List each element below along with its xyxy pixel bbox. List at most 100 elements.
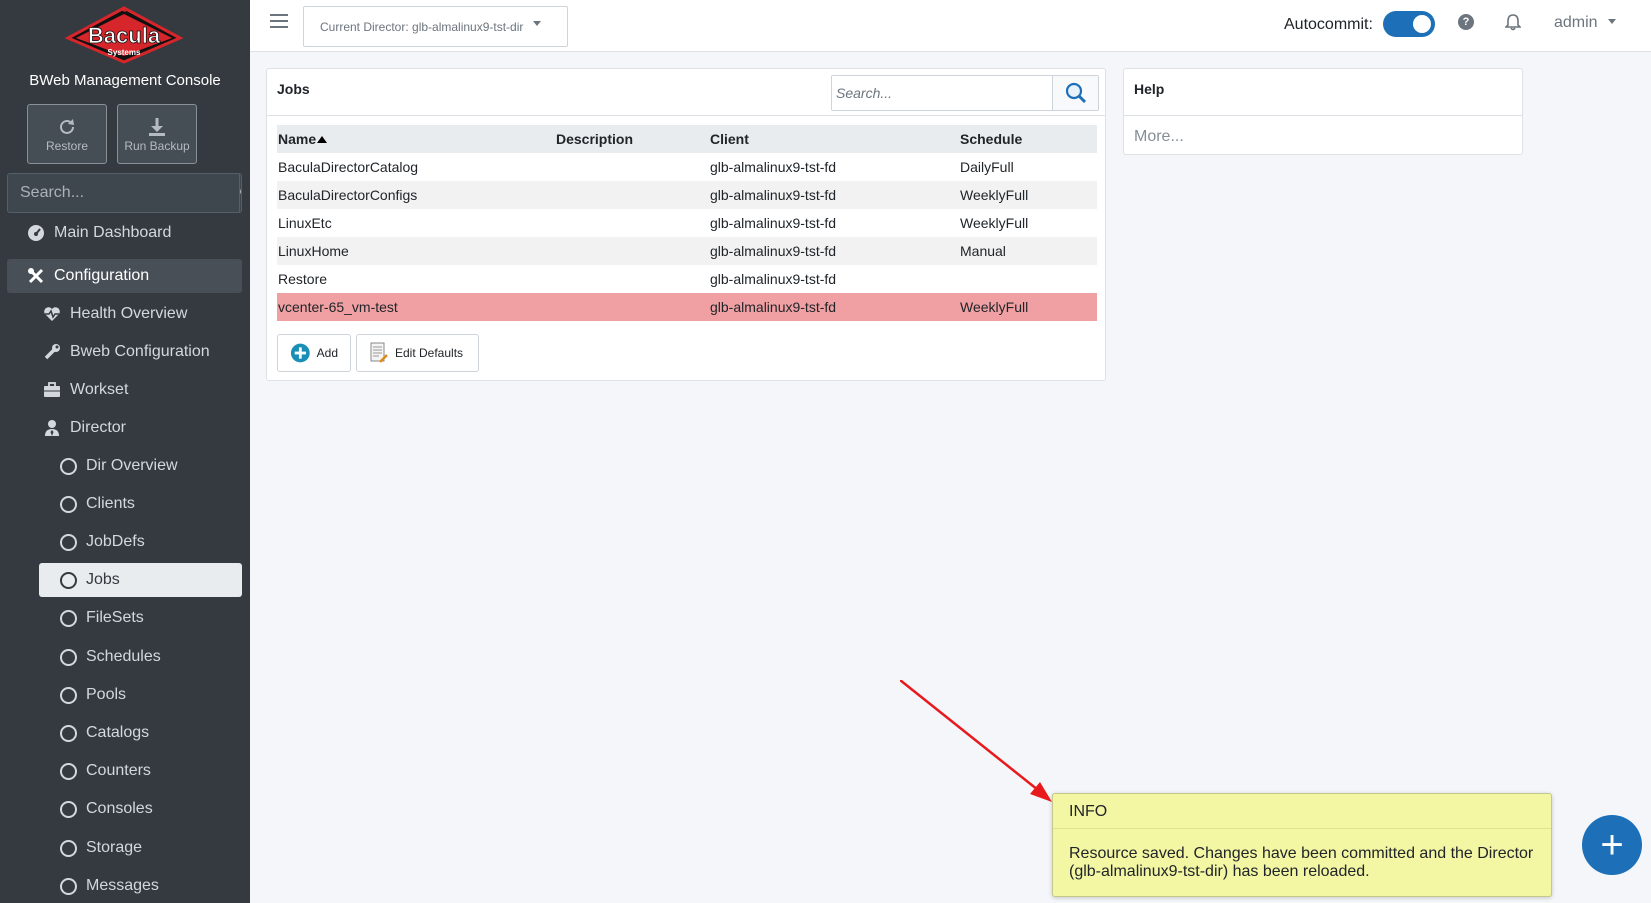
sidebar-item-workset[interactable]: Workset: [42, 373, 242, 407]
cell-client: glb-almalinux9-tst-fd: [710, 271, 837, 287]
sidebar-item-label: Pools: [86, 686, 127, 703]
sidebar-item-director[interactable]: Director: [42, 411, 242, 445]
cell-name: Restore: [278, 271, 328, 287]
cell-description: [555, 265, 709, 293]
sidebar-item-label: Messages: [86, 877, 159, 894]
sidebar-search-button[interactable]: [239, 174, 241, 212]
autocommit-toggle[interactable]: [1383, 11, 1435, 37]
svg-text:Bacula: Bacula: [88, 23, 161, 48]
info-toast[interactable]: INFO Resource saved. Changes have been c…: [1052, 793, 1552, 897]
add-job-button[interactable]: Add: [277, 334, 351, 372]
sidebar-item-label: Consoles: [86, 800, 153, 817]
edit-document-icon: [370, 342, 388, 363]
jobs-table: Name Description Client Schedule BaculaD…: [277, 125, 1097, 321]
cell-name: vcenter-65_vm-test: [277, 293, 555, 321]
sidebar-item-filesets[interactable]: FileSets: [58, 601, 242, 635]
column-header-client[interactable]: Client: [709, 125, 959, 153]
sidebar-item-clients[interactable]: Clients: [58, 487, 242, 521]
cell-name: LinuxHome: [277, 237, 555, 265]
director-select-value: Current Director: glb-almalinux9-tst-dir: [320, 19, 524, 34]
chevron-down-icon: [533, 21, 542, 26]
sidebar-item-counters[interactable]: Counters: [58, 754, 242, 788]
cell-client: glb-almalinux9-tst-fd: [709, 237, 959, 265]
help-more-link[interactable]: More...: [1134, 128, 1184, 146]
help-card: Help More...: [1123, 68, 1523, 155]
edit-defaults-label: Edit Defaults: [395, 346, 464, 360]
autocommit-label: Autocommit:: [1284, 16, 1373, 33]
run-backup-label: Run Backup: [124, 139, 190, 153]
cell-schedule: [959, 265, 1097, 293]
cell-client: glb-almalinux9-tst-fd: [710, 159, 837, 175]
circle-icon: [59, 724, 77, 742]
edit-defaults-button[interactable]: Edit Defaults: [356, 334, 479, 372]
table-row[interactable]: LinuxEtc glb-almalinux9-tst-fd WeeklyFul…: [277, 209, 1097, 237]
director-select[interactable]: Current Director: glb-almalinux9-tst-dir: [303, 6, 568, 47]
table-row[interactable]: Restore glb-almalinux9-tst-fd: [277, 265, 1097, 293]
sidebar-item-label: Bweb Configuration: [70, 343, 210, 360]
svg-text:Systems: Systems: [108, 48, 141, 57]
column-header-name[interactable]: Name: [277, 125, 555, 153]
cell-name: LinuxEtc: [278, 215, 332, 231]
sort-asc-icon: [317, 136, 328, 143]
sidebar-item-configuration[interactable]: Configuration: [7, 259, 242, 293]
sidebar-item-label: Dir Overview: [86, 457, 178, 474]
sidebar-item-label: Main Dashboard: [54, 224, 172, 241]
refresh-icon: [60, 119, 74, 134]
floating-add-button[interactable]: +: [1582, 815, 1642, 875]
sidebar-item-messages[interactable]: Messages: [58, 869, 242, 903]
table-row[interactable]: BaculaDirectorCatalog glb-almalinux9-tst…: [277, 153, 1097, 181]
bell-icon[interactable]: [1504, 13, 1522, 36]
sidebar-item-label: Catalogs: [86, 724, 150, 741]
sidebar-item-consoles[interactable]: Consoles: [58, 792, 242, 826]
sidebar-item-jobdefs[interactable]: JobDefs: [58, 525, 242, 559]
sidebar-item-jobs[interactable]: Jobs: [39, 563, 242, 597]
sidebar-item-catalogs[interactable]: Catalogs: [58, 716, 242, 750]
sidebar-search-input[interactable]: [8, 174, 239, 212]
restore-button[interactable]: Restore: [27, 104, 107, 164]
circle-icon: [59, 648, 77, 666]
download-icon: [149, 118, 165, 136]
sidebar-item-bweb-configuration[interactable]: Bweb Configuration: [42, 335, 242, 369]
cell-schedule: WeeklyFull: [960, 215, 1029, 231]
circle-icon: [59, 571, 77, 589]
bacula-logo[interactable]: Bacula Systems: [64, 6, 184, 64]
user-name: admin: [1554, 14, 1598, 31]
cell-schedule: DailyFull: [960, 159, 1014, 175]
sidebar-item-label: JobDefs: [86, 533, 145, 550]
chevron-down-icon: [1607, 18, 1616, 24]
toast-title: INFO: [1069, 803, 1108, 820]
jobs-search-input[interactable]: [832, 76, 1052, 110]
sidebar-item-label: Configuration: [54, 267, 150, 284]
sidebar-item-main-dashboard[interactable]: Main Dashboard: [26, 216, 242, 250]
sidebar-item-pools[interactable]: Pools: [58, 678, 242, 712]
top-bar: Current Director: glb-almalinux9-tst-dir…: [250, 0, 1651, 52]
sidebar-item-dir-overview[interactable]: Dir Overview: [58, 449, 242, 483]
circle-icon: [59, 457, 77, 475]
run-backup-button[interactable]: Run Backup: [117, 104, 197, 164]
card-title: Help: [1134, 81, 1165, 97]
cell-description: [555, 181, 709, 209]
sidebar-search: [7, 173, 242, 213]
sidebar: Bacula Systems BWeb Management Console R…: [0, 0, 250, 903]
sidebar-item-schedules[interactable]: Schedules: [58, 640, 242, 674]
column-header-description[interactable]: Description: [555, 125, 709, 153]
column-header-schedule[interactable]: Schedule: [959, 125, 1097, 153]
hamburger-menu-icon[interactable]: [270, 14, 288, 30]
table-row-highlighted[interactable]: vcenter-65_vm-test glb-almalinux9-tst-fd…: [277, 293, 1097, 321]
sidebar-item-storage[interactable]: Storage: [58, 831, 242, 865]
search-icon: [240, 188, 241, 195]
tools-icon: [26, 266, 46, 286]
jobs-card: Jobs Name Description Client Schedule Ba…: [266, 68, 1106, 381]
circle-icon: [59, 839, 77, 857]
table-row[interactable]: BaculaDirectorConfigs glb-almalinux9-tst…: [277, 181, 1097, 209]
sidebar-item-label: FileSets: [86, 609, 144, 626]
sidebar-item-health-overview[interactable]: Health Overview: [42, 297, 242, 331]
sidebar-item-label: Counters: [86, 762, 151, 779]
question-icon[interactable]: ?: [1458, 14, 1474, 30]
table-row[interactable]: LinuxHome glb-almalinux9-tst-fd Manual: [277, 237, 1097, 265]
user-menu[interactable]: admin: [1554, 14, 1616, 32]
restore-label: Restore: [45, 139, 89, 153]
sidebar-item-label: Workset: [70, 381, 129, 398]
jobs-search-button[interactable]: [1052, 76, 1098, 110]
cell-name: BaculaDirectorCatalog: [278, 159, 419, 175]
